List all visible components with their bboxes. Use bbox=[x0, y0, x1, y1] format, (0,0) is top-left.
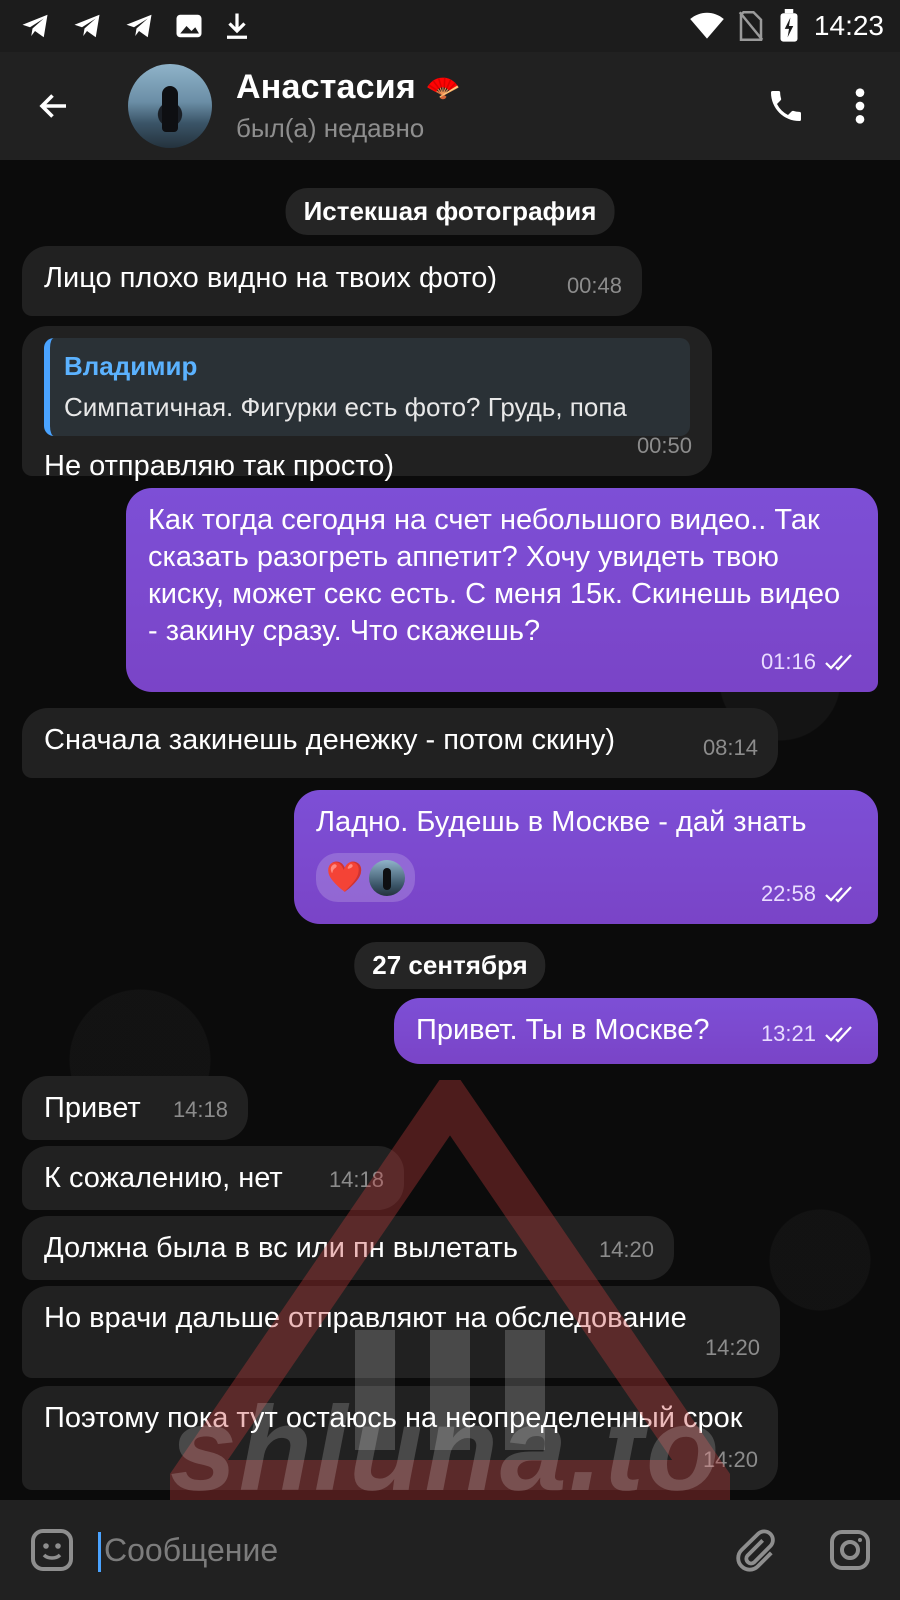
message-text: Ладно. Будешь в Москве - дай знать bbox=[316, 806, 807, 838]
message-bubble[interactable]: Сначала закинешь денежку - потом скину) … bbox=[22, 708, 778, 778]
telegram-icon bbox=[126, 14, 152, 38]
last-seen: был(а) недавно bbox=[236, 113, 425, 143]
message-time: 00:48 bbox=[566, 273, 622, 298]
heart-reaction: ❤️ bbox=[326, 861, 364, 894]
message-bubble[interactable]: К сожалению, нет 14:18 bbox=[22, 1146, 404, 1210]
message-text: Лицо плохо видно на твоих фото) bbox=[44, 262, 498, 294]
message-time: 22:58 bbox=[760, 881, 816, 906]
phone-icon[interactable] bbox=[766, 86, 806, 126]
battery-charging-icon bbox=[780, 9, 798, 42]
watermark-text: shluna.to bbox=[170, 1382, 722, 1516]
expired-photo-notice: Истекшая фотография bbox=[285, 188, 615, 235]
message-bubble[interactable]: Владимир Симпатичная. Фигурки есть фото?… bbox=[22, 326, 712, 482]
message-bubble[interactable]: Как тогда сегодня на счет небольшого вид… bbox=[126, 488, 878, 692]
date-separator: 27 сентября bbox=[354, 942, 546, 989]
message-text: Привет. Ты в Москве? bbox=[416, 1014, 710, 1046]
status-emoji: 🪭 bbox=[425, 72, 461, 103]
emoji-icon[interactable] bbox=[28, 1526, 76, 1574]
message-text: Как тогда сегодня на счет небольшого вид… bbox=[148, 504, 841, 647]
message-meta: 22:58 bbox=[761, 875, 858, 912]
wifi-icon bbox=[690, 12, 724, 39]
read-checks-icon bbox=[825, 653, 852, 671]
image-icon bbox=[176, 14, 202, 38]
back-arrow-icon bbox=[39, 94, 66, 118]
message-time: 14:20 bbox=[598, 1237, 654, 1262]
message-time: 14:18 bbox=[328, 1167, 384, 1192]
message-time: 13:21 bbox=[760, 1021, 816, 1046]
message-text: К сожалению, нет bbox=[44, 1162, 283, 1194]
message-text: Привет bbox=[44, 1092, 141, 1124]
message-bubble[interactable]: Ладно. Будешь в Москве - дай знать ❤️ 22… bbox=[294, 790, 878, 924]
message-time: 14:18 bbox=[172, 1097, 228, 1122]
message-text: Но врачи дальше отправляют на обследован… bbox=[44, 1302, 687, 1334]
read-checks-icon bbox=[825, 1025, 852, 1043]
chat-header: Анастасия 🪭 был(а) недавно bbox=[0, 52, 900, 160]
message-text: Должна была в вс или пн вылетать bbox=[44, 1232, 518, 1264]
read-checks-icon bbox=[825, 885, 852, 903]
message-placeholder: Сообщение bbox=[104, 1531, 279, 1568]
message-time: 08:14 bbox=[702, 735, 758, 760]
notification-icons bbox=[0, 10, 252, 42]
reply-author: Владимир bbox=[64, 351, 198, 381]
reply-text: Симпатичная. Фигурки есть фото? Грудь, п… bbox=[64, 392, 627, 422]
status-bar: 14:23 bbox=[0, 0, 900, 52]
message-bubble[interactable]: Лицо плохо видно на твоих фото) 00:48 bbox=[22, 246, 642, 316]
clock: 14:23 bbox=[813, 10, 884, 41]
message-time: 14:20 bbox=[704, 1335, 760, 1360]
message-bubble[interactable]: Привет. Ты в Москве? 13:21 bbox=[394, 998, 878, 1064]
back-button[interactable] bbox=[24, 76, 84, 136]
reply-quote[interactable]: Владимир Симпатичная. Фигурки есть фото?… bbox=[44, 338, 690, 436]
reactor-avatar bbox=[369, 859, 406, 896]
message-text: Не отправляю так просто) bbox=[44, 450, 395, 482]
more-menu-icon[interactable] bbox=[854, 86, 866, 126]
composer: Сообщение bbox=[0, 1500, 900, 1600]
message-list[interactable]: Истекшая фотография Лицо плохо видно на … bbox=[0, 160, 900, 1500]
chat-title[interactable]: Анастасия 🪭 был(а) недавно bbox=[236, 68, 461, 144]
avatar[interactable] bbox=[128, 64, 212, 148]
message-meta: 13:21 bbox=[761, 1015, 858, 1052]
message-bubble[interactable]: Привет 14:18 bbox=[22, 1076, 248, 1140]
contact-name: Анастасия bbox=[236, 68, 416, 106]
attach-icon[interactable] bbox=[732, 1527, 778, 1573]
telegram-icon bbox=[22, 14, 48, 38]
reaction-chip[interactable]: ❤️ bbox=[316, 853, 416, 902]
message-time: 01:16 bbox=[760, 649, 816, 674]
text-caret bbox=[98, 1531, 101, 1572]
no-sim-icon bbox=[738, 11, 764, 41]
message-bubble[interactable]: Но врачи дальше отправляют на обследован… bbox=[22, 1286, 780, 1378]
message-input[interactable]: Сообщение bbox=[98, 1531, 279, 1572]
message-time: 00:50 bbox=[636, 433, 692, 458]
download-icon bbox=[227, 13, 247, 39]
message-meta: 01:16 bbox=[761, 643, 858, 680]
message-bubble[interactable]: Должна была в вс или пн вылетать 14:20 bbox=[22, 1216, 674, 1280]
message-text: Сначала закинешь денежку - потом скину) bbox=[44, 724, 616, 756]
camera-icon[interactable] bbox=[826, 1526, 874, 1574]
telegram-icon bbox=[74, 14, 100, 38]
